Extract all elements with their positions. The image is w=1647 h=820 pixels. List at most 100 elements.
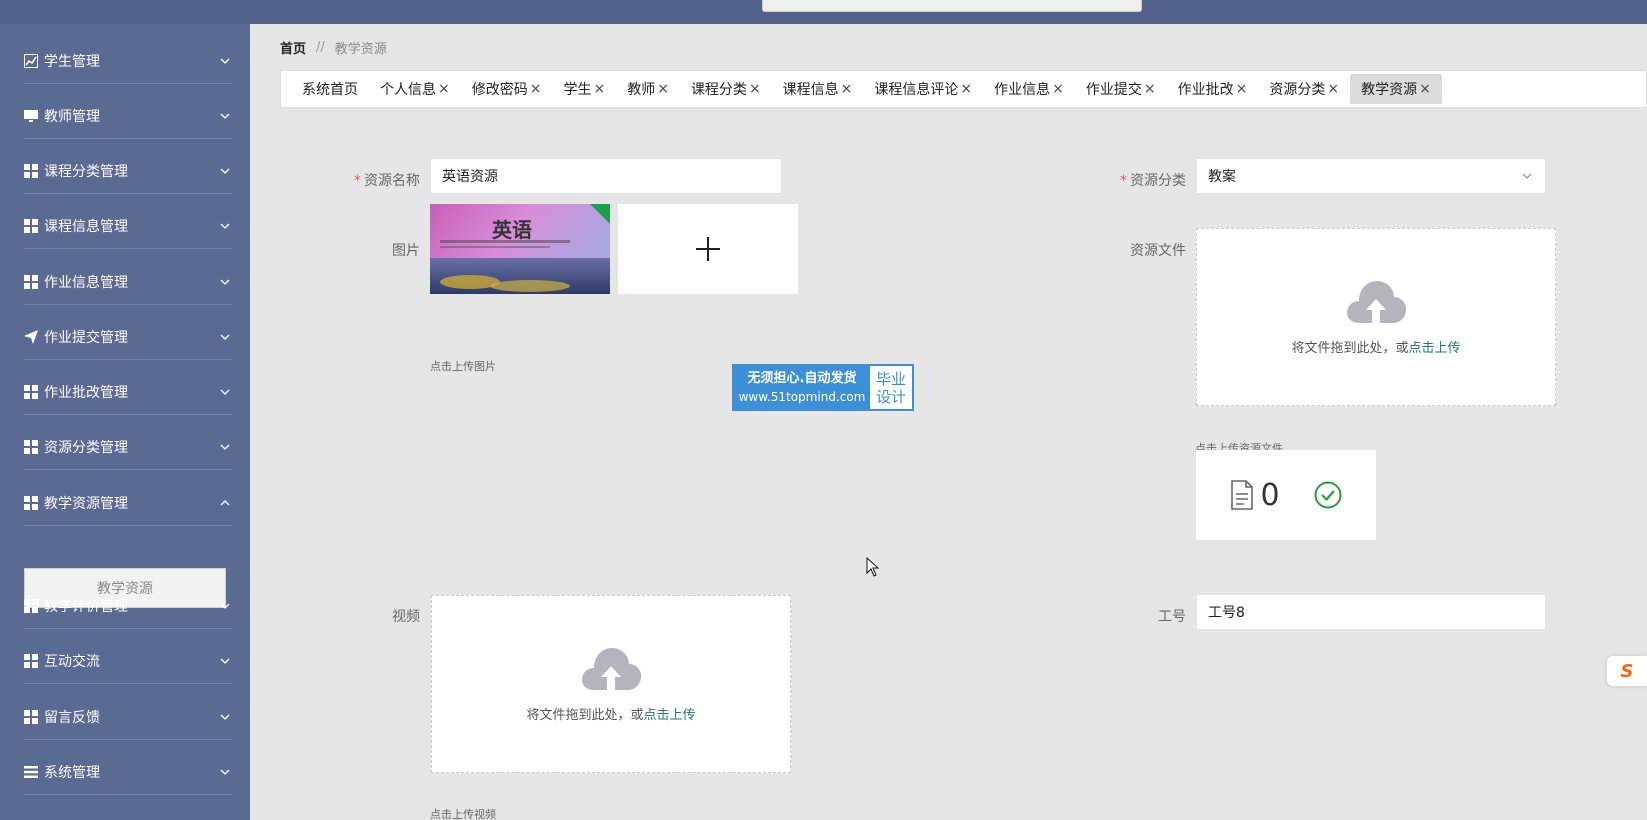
grid-icon xyxy=(24,653,38,668)
close-icon[interactable]: × xyxy=(841,81,853,97)
tab-label: 课程分类 xyxy=(690,82,747,98)
sidebar-item-resource-category[interactable]: 资源分类管理 xyxy=(24,424,232,470)
breadcrumb-home[interactable]: 首页 xyxy=(280,38,306,57)
sidebar-item-interaction[interactable]: 互动交流 xyxy=(24,638,232,684)
grid-icon xyxy=(24,598,38,613)
tab-label: 课程信息 xyxy=(782,82,839,98)
video-dropzone[interactable]: 将文件拖到此处，或点击上传 xyxy=(431,595,791,773)
sidebar-item-label: 留言反馈 xyxy=(44,709,100,726)
video-label: 视频 xyxy=(392,609,420,625)
close-icon[interactable]: × xyxy=(530,81,542,97)
breadcrumb-separator: // xyxy=(316,40,325,55)
sidebar-item-student[interactable]: 学生管理 xyxy=(24,38,232,84)
resource-category-select[interactable]: 教案 xyxy=(1196,158,1546,194)
close-icon[interactable]: × xyxy=(1236,81,1248,97)
sidebar-item-label: 作业批改管理 xyxy=(44,384,128,401)
chevron-down-icon xyxy=(220,279,230,285)
close-icon[interactable]: × xyxy=(1419,81,1431,97)
watermark-url: www.51topmind.com xyxy=(738,389,866,404)
sidebar-item-feedback[interactable]: 留言反馈 xyxy=(24,694,232,740)
resource-file-dropzone[interactable]: 将文件拖到此处，或点击上传 xyxy=(1196,228,1556,406)
plus-icon xyxy=(696,237,720,261)
close-icon[interactable]: × xyxy=(438,81,450,97)
required-mark: * xyxy=(354,173,361,189)
close-icon[interactable]: × xyxy=(1144,81,1156,97)
sidebar-item-system[interactable]: 系统管理 xyxy=(24,749,232,795)
chevron-down-icon xyxy=(220,714,230,720)
tab-profile[interactable]: 个人信息 × xyxy=(369,74,461,104)
sidebar-item-label: 作业信息管理 xyxy=(44,274,128,291)
dropzone-text: 将文件拖到此处，或点击上传 xyxy=(526,707,696,723)
resource-name-input[interactable]: 英语资源 xyxy=(430,158,782,194)
dropzone-text: 将文件拖到此处，或点击上传 xyxy=(1291,340,1461,356)
tab-change-password[interactable]: 修改密码 × xyxy=(461,74,553,104)
tab-label: 修改密码 xyxy=(471,82,528,98)
cloud-upload-icon xyxy=(1347,280,1407,323)
tab-course-info[interactable]: 课程信息 × xyxy=(772,74,864,104)
tab-course-comments[interactable]: 课程信息评论 × xyxy=(863,74,983,104)
sidebar-item-homework-submit[interactable]: 作业提交管理 xyxy=(24,314,232,360)
close-icon[interactable]: × xyxy=(657,81,669,97)
tab-homework-submit[interactable]: 作业提交 × xyxy=(1075,74,1167,104)
tab-homework-grading[interactable]: 作业批改 × xyxy=(1167,74,1259,104)
chevron-down-icon xyxy=(220,168,230,174)
close-icon[interactable]: × xyxy=(1327,81,1339,97)
tab-homework-info[interactable]: 作业信息 × xyxy=(983,74,1075,104)
watermark-right: 毕业 设计 xyxy=(870,366,912,409)
add-image-button[interactable] xyxy=(618,204,798,294)
close-icon[interactable]: × xyxy=(1052,81,1064,97)
mouse-cursor-icon xyxy=(866,557,880,577)
sidebar-item-teaching-evaluation[interactable]: 教学评价管理 xyxy=(24,583,232,629)
resource-file-label: 资源文件 xyxy=(1130,243,1186,259)
close-icon[interactable]: × xyxy=(749,81,761,97)
image-label: 图片 xyxy=(392,243,420,259)
chevron-down-icon xyxy=(220,223,230,229)
tab-course-category[interactable]: 课程分类 × xyxy=(680,74,772,104)
thumbnail-title: 英语 xyxy=(492,218,532,242)
sidebar-item-teacher[interactable]: 教师管理 xyxy=(24,93,232,139)
file-count: 0 xyxy=(1260,477,1280,513)
tab-label: 个人信息 xyxy=(380,82,436,98)
chevron-down-icon xyxy=(220,603,230,609)
sidebar-item-teaching-resource[interactable]: 教学资源管理 xyxy=(24,480,232,526)
uploaded-file-card[interactable]: 0 xyxy=(1196,450,1376,540)
tab-teacher[interactable]: 教师 × xyxy=(616,74,680,104)
tab-system-home[interactable]: 系统首页 xyxy=(291,74,369,104)
tab-label: 系统首页 xyxy=(302,82,358,98)
sidebar-item-homework-grading[interactable]: 作业批改管理 xyxy=(24,369,232,415)
sidebar-item-label: 教师管理 xyxy=(44,108,100,125)
send-icon xyxy=(24,329,38,344)
tab-label: 教学资源 xyxy=(1361,82,1418,98)
tab-student[interactable]: 学生 × xyxy=(552,74,616,104)
sidebar-item-homework-info[interactable]: 作业信息管理 xyxy=(24,259,232,305)
tab-resource-category[interactable]: 资源分类 × xyxy=(1258,74,1350,104)
video-upload-hint: 点击上传视频 xyxy=(430,808,496,820)
close-icon[interactable]: × xyxy=(960,81,972,97)
required-mark: * xyxy=(1120,173,1127,189)
tab-label: 学生 xyxy=(563,82,592,98)
upload-link[interactable]: 点击上传 xyxy=(1409,341,1461,356)
cloud-upload-icon xyxy=(582,647,642,690)
tab-label: 资源分类 xyxy=(1269,82,1326,98)
tab-teaching-resource[interactable]: 教学资源 × xyxy=(1350,74,1442,104)
close-icon[interactable]: × xyxy=(593,81,605,97)
ime-badge[interactable]: S xyxy=(1607,656,1647,686)
upload-link[interactable]: 点击上传 xyxy=(644,708,696,723)
grid-icon xyxy=(24,384,38,399)
watermark-right-line1: 毕业 xyxy=(875,369,906,388)
chevron-down-icon xyxy=(220,389,230,395)
sidebar-item-course-category[interactable]: 课程分类管理 xyxy=(24,148,232,194)
chevron-down-icon xyxy=(1522,173,1532,179)
tab-label: 教师 xyxy=(627,82,656,98)
check-circle-icon xyxy=(1314,481,1342,509)
sidebar-item-course-info[interactable]: 课程信息管理 xyxy=(24,203,232,249)
select-value: 教案 xyxy=(1208,169,1236,185)
tab-label: 作业信息 xyxy=(994,82,1051,98)
uploaded-image-thumbnail[interactable]: 英语 xyxy=(430,204,610,294)
chevron-down-icon xyxy=(220,113,230,119)
textbook-cover-image: 英语 xyxy=(430,204,610,294)
staff-id-input[interactable]: 工号8 xyxy=(1196,594,1546,630)
trend-chart-icon xyxy=(24,53,38,68)
resource-category-label: * 资源分类 xyxy=(1120,173,1186,189)
sidebar-item-label: 学生管理 xyxy=(44,53,100,70)
